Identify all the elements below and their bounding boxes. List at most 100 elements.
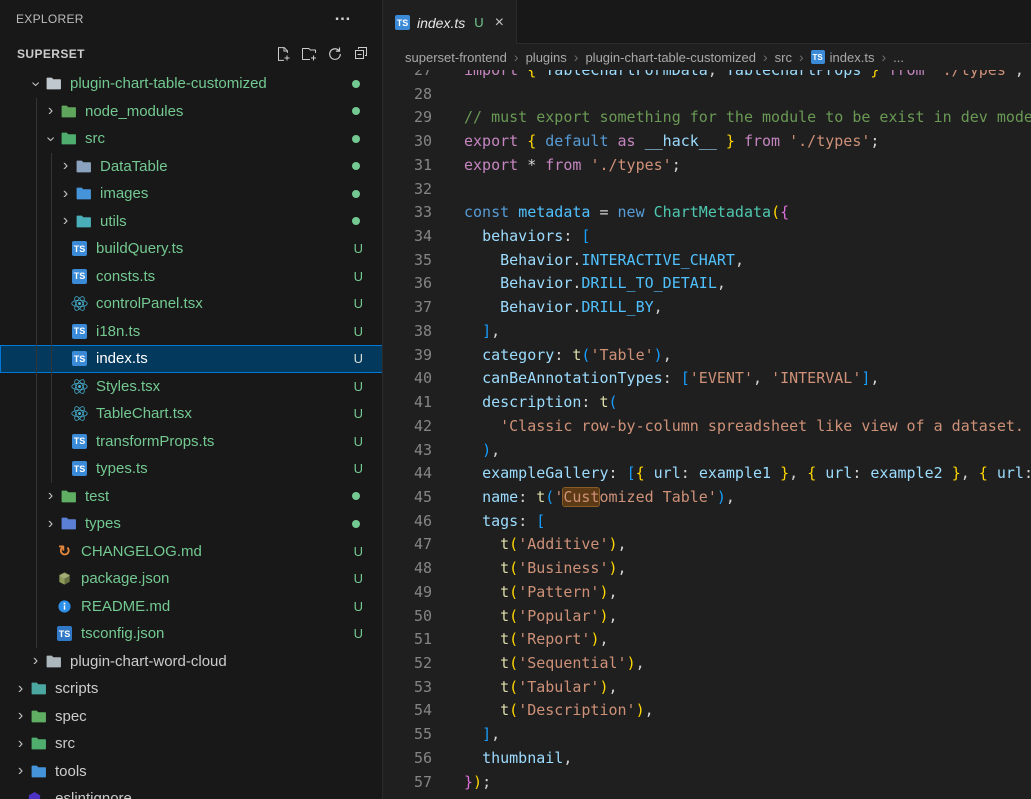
new-file-icon[interactable]: [270, 41, 296, 67]
tree-item-src[interactable]: › src: [0, 125, 382, 153]
tree-item-label: TableChart.tsx: [96, 405, 192, 423]
tree-item-controlpanel-tsx[interactable]: controlPanel.tsx U: [0, 290, 382, 318]
refresh-icon[interactable]: [322, 41, 348, 67]
more-actions-icon[interactable]: …: [334, 5, 352, 25]
indent-guide: [50, 290, 52, 318]
indent-guide: [35, 345, 37, 373]
tab-label: index.ts: [417, 14, 466, 31]
indent-guide: [35, 180, 37, 208]
indent-guide: [35, 592, 37, 620]
package-icon: [55, 570, 74, 587]
tree-item-tools[interactable]: › tools: [0, 758, 382, 786]
code-text: t('Report'),: [500, 630, 609, 649]
indent-guide: [35, 290, 37, 318]
breadcrumb-item-[interactable]: ...: [893, 50, 904, 65]
editor-code-area[interactable]: 27 import { TableChartFormData, TableChar…: [383, 70, 1031, 799]
breadcrumb-label: index.ts: [829, 49, 875, 65]
tree-item-readme-md[interactable]: README.md U: [0, 592, 382, 620]
indent-guide: [35, 372, 37, 400]
folder-icon: [74, 213, 93, 230]
tree-item-consts-ts[interactable]: TS consts.ts U: [0, 262, 382, 290]
code-lines: 27 import { TableChartFormData, TableChar…: [383, 70, 1031, 794]
code-line: 35 Behavior.INTERACTIVE_CHART,: [383, 249, 1031, 273]
tree-item-utils[interactable]: › utils: [0, 207, 382, 235]
chevron-right-icon[interactable]: ›: [57, 213, 74, 229]
chevron-down-icon[interactable]: ›: [28, 75, 45, 92]
folder-icon: [29, 708, 48, 725]
line-number: 33: [413, 203, 432, 222]
line-number: 50: [413, 606, 432, 625]
line-number: 41: [413, 393, 432, 412]
tree-item-src[interactable]: › src: [0, 730, 382, 758]
breadcrumb-item-plugin-chart-table-customized[interactable]: plugin-chart-table-customized: [585, 50, 756, 65]
tree-item-transformprops-ts[interactable]: TS transformProps.ts U: [0, 427, 382, 455]
chevron-right-icon[interactable]: ›: [57, 185, 74, 202]
code-text: t('Business'),: [500, 559, 627, 578]
info-icon: [55, 598, 74, 615]
tree-item-types[interactable]: › types: [0, 510, 382, 538]
tree-item-index-ts[interactable]: TS index.ts U: [0, 345, 382, 373]
git-changes-dot: [352, 217, 360, 226]
tree-item-package-json[interactable]: package.json U: [0, 565, 382, 593]
code-line: 41 description: t(: [383, 391, 1031, 415]
tree-item-plugin-chart-table-customized[interactable]: › plugin-chart-table-customized: [0, 70, 382, 98]
section-actions: [270, 41, 374, 67]
tree-item-label: types.ts: [96, 460, 148, 478]
chevron-right-icon[interactable]: ›: [12, 763, 29, 779]
breadcrumb-item-src[interactable]: src: [775, 50, 792, 65]
code-line: 40 canBeAnnotationTypes: ['EVENT', 'INTE…: [383, 367, 1031, 391]
tree-item-eslintignore[interactable]: .eslintignore: [0, 785, 382, 799]
chevron-down-icon[interactable]: ›: [43, 130, 60, 147]
chevron-right-icon[interactable]: ›: [42, 488, 59, 504]
indent-guide: [50, 180, 52, 208]
chevron-right-icon[interactable]: ›: [12, 680, 29, 697]
folder-icon: [44, 653, 63, 670]
tree-item-node-modules[interactable]: › node_modules: [0, 97, 382, 125]
code-text: Behavior.DRILL_TO_DETAIL,: [500, 274, 726, 293]
tree-item-styles-tsx[interactable]: Styles.tsx U: [0, 372, 382, 400]
breadcrumb-label: superset-frontend: [405, 49, 507, 65]
tree-item-tablechart-tsx[interactable]: TableChart.tsx U: [0, 400, 382, 428]
chevron-right-icon[interactable]: ›: [42, 103, 59, 119]
tree-item-datatable[interactable]: › DataTable: [0, 152, 382, 180]
tree-item-buildquery-ts[interactable]: TS buildQuery.ts U: [0, 235, 382, 263]
tab-index-ts[interactable]: TS index.ts U ×: [383, 0, 517, 45]
chevron-right-icon[interactable]: ›: [42, 515, 59, 532]
tree-item-label: controlPanel.tsx: [96, 295, 203, 313]
tree-item-label: utils: [100, 212, 127, 230]
explorer-section-header[interactable]: SUPERSET: [0, 38, 382, 70]
code-line: 38 ],: [383, 320, 1031, 344]
code-line: 57});: [383, 771, 1031, 795]
git-untracked-badge: U: [353, 296, 363, 312]
tree-item-spec[interactable]: › spec: [0, 703, 382, 731]
code-text: export { default as __hack__ } from './t…: [464, 132, 880, 151]
tree-item-scripts[interactable]: › scripts: [0, 675, 382, 703]
tree-item-types-ts[interactable]: TS types.ts U: [0, 455, 382, 483]
code-text: });: [464, 772, 492, 791]
git-untracked-badge: U: [474, 15, 484, 30]
tree-item-changelog-md[interactable]: ↻ CHANGELOG.md U: [0, 537, 382, 565]
changelog-icon: ↻: [58, 542, 71, 560]
tree-item-plugin-chart-word-cloud[interactable]: › plugin-chart-word-cloud: [0, 648, 382, 676]
chevron-right-icon[interactable]: ›: [57, 158, 74, 174]
breadcrumb-item-index-ts[interactable]: TS index.ts: [810, 49, 875, 65]
new-folder-icon[interactable]: [296, 41, 322, 67]
tree-item-i18n-ts[interactable]: TS i18n.ts U: [0, 317, 382, 345]
tree-item-test[interactable]: › test: [0, 482, 382, 510]
collapse-all-icon[interactable]: [348, 41, 374, 67]
code-line: 31 export * from './types';: [383, 154, 1031, 178]
tree-item-label: types: [85, 515, 121, 533]
tree-item-tsconfig-json[interactable]: TS tsconfig.json U: [0, 620, 382, 648]
chevron-right-icon[interactable]: ›: [12, 708, 29, 724]
chevron-right-icon[interactable]: ›: [27, 653, 44, 669]
tree-item-images[interactable]: › images: [0, 180, 382, 208]
code-text: t('Tabular'),: [500, 677, 618, 696]
breadcrumb-item-plugins[interactable]: plugins: [526, 50, 567, 65]
code-text: t('Description'),: [500, 701, 654, 720]
close-tab-icon[interactable]: ×: [495, 14, 504, 31]
folder-icon: [44, 75, 63, 92]
breadcrumb-item-superset-frontend[interactable]: superset-frontend: [405, 50, 507, 65]
chevron-right-icon[interactable]: ›: [12, 735, 29, 752]
tree-item-label: index.ts: [96, 350, 148, 368]
line-number: 46: [413, 511, 432, 530]
